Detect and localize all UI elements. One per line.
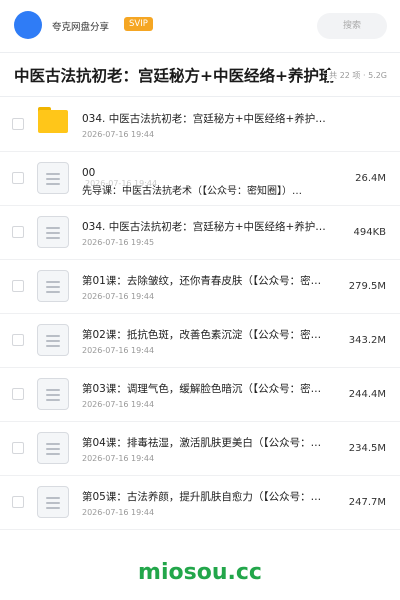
watermark: miosou.cc — [138, 560, 262, 585]
select-checkbox[interactable] — [12, 496, 24, 508]
file-name: 第01课：去除皱纹，还你青春皮肤（【公众号：密知圈… — [82, 275, 330, 287]
document-icon — [37, 378, 69, 410]
file-name: 034. 中医古法抗初老：宫廷秘方+中医经络+养护… — [82, 113, 326, 125]
file-date: 2026-07-16 19:44 — [82, 400, 155, 409]
avatar[interactable] — [14, 11, 42, 39]
select-checkbox[interactable] — [12, 226, 24, 238]
file-date: 2026-07-16 19:44 — [82, 292, 155, 301]
file-subname: 先导课：中医古法抗老术（【公众号：密知圈】）… — [82, 186, 302, 197]
folder-icon — [38, 107, 68, 133]
list-item[interactable]: 第05课：古法养颜，提升肌肤自愈力（【公众号：密知… 2026-07-16 19… — [0, 475, 400, 530]
list-item[interactable]: 第04课：排毒祛湿，激活肌肤更美白（【公众号：密知… 2026-07-16 19… — [0, 421, 400, 476]
file-name: 第03课：调理气色，缓解脸色暗沉（【公众号：密知圈… — [82, 383, 330, 395]
top-bar: 夸克网盘分享 SVIP — [0, 0, 400, 52]
folder-meta: 共 22 项 · 5.2G — [327, 70, 387, 81]
document-icon — [37, 486, 69, 518]
select-checkbox[interactable] — [12, 280, 24, 292]
file-date: 2026-07-16 19:44 — [82, 346, 155, 355]
file-name: 第02课：抵抗色斑，改善色素沉淀（【公众号：密知圈… — [82, 329, 330, 341]
list-item[interactable]: 034. 中医古法抗初老：宫廷秘方+中医经络+养护… 2026-07-16 19… — [0, 205, 400, 260]
file-size: 234.5M — [346, 443, 386, 454]
file-date: 2026-07-16 19:44 — [82, 508, 155, 517]
document-icon — [37, 216, 69, 248]
svip-badge: SVIP — [124, 17, 153, 31]
search-input[interactable] — [317, 13, 387, 39]
list-item[interactable]: 第01课：去除皱纹，还你青春皮肤（【公众号：密知圈… 2026-07-16 19… — [0, 259, 400, 314]
file-date: 2026-07-16 19:44 — [82, 454, 155, 463]
file-size: 26.4M — [353, 173, 386, 184]
file-size: 494KB — [351, 227, 386, 238]
file-size: 244.4M — [346, 389, 386, 400]
file-name: 00 — [82, 167, 96, 179]
file-date: 2026-07-16 19:45 — [82, 238, 155, 247]
document-icon — [37, 162, 69, 194]
list-item[interactable]: 034. 中医古法抗初老：宫廷秘方+中医经络+养护… 2026-07-16 19… — [0, 97, 400, 152]
list-item[interactable]: 00 2026-07-16 19:44 先导课：中医古法抗老术（【公众号：密知圈… — [0, 151, 400, 206]
select-checkbox[interactable] — [12, 172, 24, 184]
file-name: 第04课：排毒祛湿，激活肌肤更美白（【公众号：密知… — [82, 437, 330, 449]
header-divider — [0, 52, 400, 53]
select-checkbox[interactable] — [12, 388, 24, 400]
select-checkbox[interactable] — [12, 334, 24, 346]
file-date: 2026-07-16 19:44 — [82, 130, 155, 139]
document-icon — [37, 324, 69, 356]
file-size: 343.2M — [346, 335, 386, 346]
file-name: 第05课：古法养颜，提升肌肤自愈力（【公众号：密知… — [82, 491, 330, 503]
document-icon — [37, 432, 69, 464]
file-size: 247.7M — [346, 497, 386, 508]
select-checkbox[interactable] — [12, 442, 24, 454]
file-name: 034. 中医古法抗初老：宫廷秘方+中医经络+养护… — [82, 221, 326, 233]
file-size: 279.5M — [346, 281, 386, 292]
share-title: 夸克网盘分享 — [52, 22, 110, 33]
list-item[interactable]: 第03课：调理气色，缓解脸色暗沉（【公众号：密知圈… 2026-07-16 19… — [0, 367, 400, 422]
folder-title: 中医古法抗初老：宫廷秘方+中医经络+养护瑜伽 — [14, 67, 334, 85]
document-icon — [37, 270, 69, 302]
select-checkbox[interactable] — [12, 118, 24, 130]
list-item[interactable]: 第02课：抵抗色斑，改善色素沉淀（【公众号：密知圈… 2026-07-16 19… — [0, 313, 400, 368]
